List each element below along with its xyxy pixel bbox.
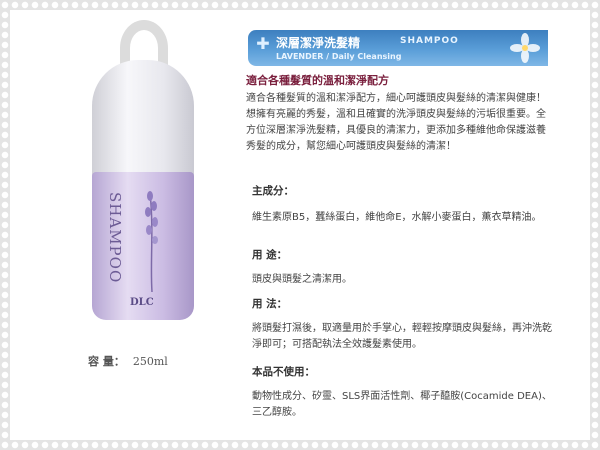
flower-icon	[510, 33, 540, 63]
volume-value: 250ml	[132, 355, 168, 368]
section-title: 用 途：	[252, 249, 288, 261]
section-ingredients: 主成分： 維生素原B5，蠶絲蛋白，維他命E，水解小麥蛋白，薰衣草精油。	[252, 183, 552, 226]
product-banner: ✚ 深層潔淨洗髮精 SHAMPOO LAVENDER / Daily Clean…	[248, 30, 548, 66]
banner-subtitle: LAVENDER / Daily Cleansing	[276, 52, 402, 61]
bottle-cap	[92, 60, 194, 180]
section-title: 本品不使用：	[252, 366, 315, 378]
bottle-brand: DLC	[130, 297, 154, 308]
section-body: 將頭髮打濕後，取適量用於手掌心，輕輕按摩頭皮與髮絲，再沖洗乾淨即可；可搭配執法全…	[252, 323, 552, 350]
section-body: 頭皮與頭髮之清潔用。	[252, 274, 352, 285]
banner-title-en: SHAMPOO	[400, 36, 459, 46]
volume-info: 容 量： 250ml	[88, 353, 168, 369]
section-usage: 用 法： 將頭髮打濕後，取適量用於手掌心，輕輕按摩頭皮與髮絲，再沖洗乾淨即可；可…	[252, 296, 552, 353]
section-body: 動物性成分、矽靈、SLS界面活性劑、椰子醯胺(Cocamide DEA)、三乙醇…	[252, 391, 552, 418]
product-image: SHAMPOO DLC	[80, 20, 210, 320]
volume-label: 容 量：	[88, 355, 125, 368]
headline: 適合各種髮質的溫和潔淨配方	[246, 74, 389, 87]
plus-icon: ✚	[256, 34, 270, 53]
bottle-label-text: SHAMPOO	[106, 192, 124, 284]
section-title: 主成分：	[252, 185, 294, 197]
section-purpose: 用 途： 頭皮與頭髮之清潔用。	[252, 247, 552, 288]
description: 適合各種髮質的溫和潔淨配方，細心呵護頭皮與髮絲的清潔與健康！想擁有亮麗的秀髮，溫…	[246, 93, 546, 152]
section-free-from: 本品不使用： 動物性成分、矽靈、SLS界面活性劑、椰子醯胺(Cocamide D…	[252, 364, 552, 421]
section-body: 維生素原B5，蠶絲蛋白，維他命E，水解小麥蛋白，薰衣草精油。	[252, 212, 542, 223]
lavender-icon	[145, 191, 158, 292]
banner-title: 深層潔淨洗髮精	[276, 36, 361, 50]
bottle-body: SHAMPOO DLC	[92, 172, 194, 320]
product-intro: 適合各種髮質的溫和潔淨配方 適合各種髮質的溫和潔淨配方，細心呵護頭皮與髮絲的清潔…	[246, 72, 550, 155]
section-title: 用 法：	[252, 298, 288, 310]
